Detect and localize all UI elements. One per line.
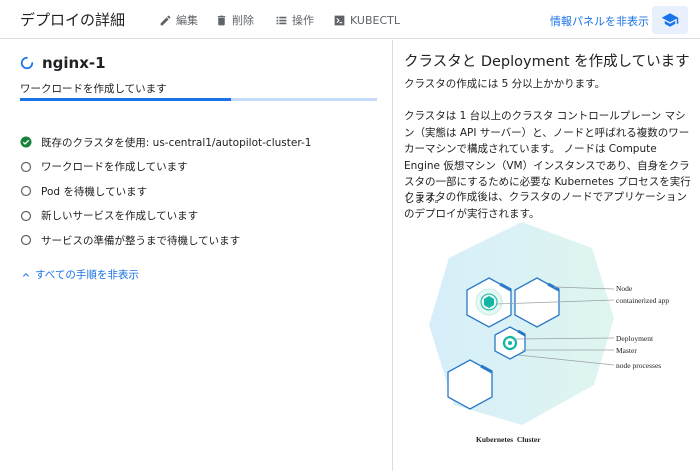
trash-icon [217, 15, 226, 25]
steps-list: 既存のクラスタを使用: us-central1/autopilot-cluste… [20, 130, 385, 253]
operations-button[interactable]: 操作 [275, 12, 314, 28]
learn-button[interactable] [652, 6, 688, 34]
list-icon [276, 16, 287, 24]
pending-circle-icon [20, 210, 32, 221]
kubectl-button[interactable]: KUBECTL [333, 12, 400, 28]
workload-panel: nginx-1 ワークロードを作成しています 既存のクラスタを使用: us-ce… [0, 40, 393, 471]
step-wait-service: サービスの準備が整うまで待機しています [20, 228, 385, 253]
hide-info-panel-link[interactable]: 情報パネルを非表示 [550, 13, 649, 29]
label-deployment: Deployment [616, 334, 654, 343]
page-header: デプロイの詳細 編集 削除 操作 KUBECTL 情報パネルを非表示 [0, 0, 700, 39]
info-panel: クラスタと Deployment を作成しています クラスタの作成には 5 分以… [394, 40, 700, 471]
progress-bar [20, 98, 377, 101]
step-create-service: 新しいサービスを作成しています [20, 204, 385, 229]
pending-circle-icon [20, 235, 32, 246]
edit-label: 編集 [176, 14, 198, 27]
page-title: デプロイの詳細 [20, 11, 126, 29]
step-wait-pod: Pod を待機しています [20, 179, 385, 204]
check-circle-icon [20, 136, 32, 148]
terminal-icon [334, 15, 345, 25]
workload-status: ワークロードを作成しています [20, 83, 167, 95]
label-node: Node [616, 284, 633, 293]
graduation-cap-icon [661, 13, 679, 27]
info-panel-title: クラスタと Deployment を作成しています [404, 54, 690, 70]
label-master: Master [616, 346, 637, 355]
step-use-cluster: 既存のクラスタを使用: us-central1/autopilot-cluste… [20, 130, 385, 155]
hide-all-steps-link[interactable]: すべての手順を非表示 [20, 267, 139, 282]
progress-fill [20, 98, 231, 101]
label-cluster: Kubernetes Cluster [476, 435, 541, 444]
step-label: 新しいサービスを作成しています [41, 210, 199, 223]
label-node-processes: node processes [616, 361, 661, 370]
pending-circle-icon [20, 161, 32, 172]
label-containerized-app: containerized app [616, 296, 669, 305]
edit-button[interactable]: 編集 [159, 12, 198, 28]
pencil-icon [160, 15, 171, 25]
delete-button[interactable]: 削除 [215, 12, 254, 28]
step-label: サービスの準備が整うまで待機しています [41, 234, 241, 247]
step-create-workload: ワークロードを作成しています [20, 155, 385, 180]
workload-name: nginx-1 [42, 54, 106, 72]
delete-label: 削除 [232, 14, 254, 27]
spinner-icon [20, 56, 34, 70]
info-paragraph-3: クラスタの作成後は、クラスタのノードでアプリケーションのデプロイが実行されます。 [404, 191, 687, 220]
chevron-up-icon [23, 272, 29, 277]
step-label: 既存のクラスタを使用: us-central1/autopilot-cluste… [41, 136, 312, 149]
kubectl-label: KUBECTL [350, 13, 400, 27]
operations-label: 操作 [292, 14, 314, 27]
step-label: ワークロードを作成しています [41, 161, 188, 174]
pending-circle-icon [20, 186, 32, 197]
step-label: Pod を待機しています [41, 185, 148, 198]
kubernetes-cluster-diagram: Node containerized app Deployment Master… [429, 222, 669, 444]
info-paragraph-1: クラスタの作成には 5 分以上かかります。 [404, 78, 606, 90]
hide-all-steps-label: すべての手順を非表示 [35, 269, 139, 281]
